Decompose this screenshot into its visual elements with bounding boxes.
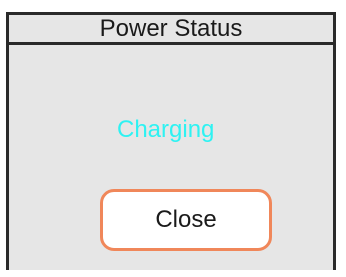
charging-status-label: Charging bbox=[117, 116, 215, 143]
close-button[interactable]: Close bbox=[100, 189, 272, 251]
screen: Power Status Charging Close bbox=[0, 0, 346, 277]
title-bar: Power Status bbox=[9, 15, 333, 45]
dialog-title: Power Status bbox=[99, 15, 243, 42]
power-status-dialog: Power Status Charging Close bbox=[6, 12, 336, 270]
